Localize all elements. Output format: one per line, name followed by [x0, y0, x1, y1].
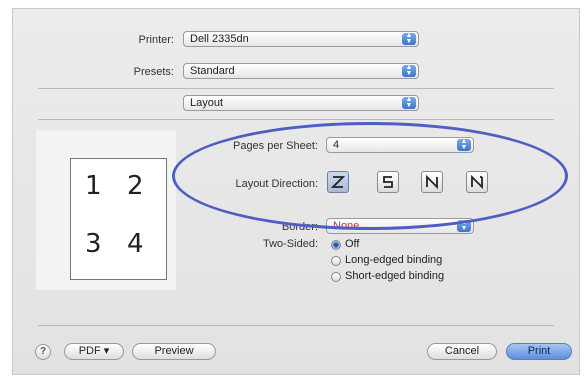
presets-value: Standard: [190, 65, 235, 77]
s-order-icon: [383, 176, 393, 188]
section-popup[interactable]: Layout ▲ ▼: [183, 95, 419, 111]
two-sided-short-edge-radio[interactable]: [331, 272, 341, 282]
popup-arrows-icon: ▲ ▼: [402, 96, 416, 109]
preview-page-number: 3: [85, 229, 102, 259]
z-order-icon: [330, 176, 346, 188]
layout-direction-z-button[interactable]: [327, 171, 349, 193]
pages-per-sheet-label: Pages per Sheet:: [232, 140, 318, 152]
printer-popup[interactable]: Dell 2335dn ▲ ▼: [183, 31, 419, 47]
two-sided-short-edge-label: Short-edged binding: [345, 270, 445, 282]
separator: [38, 88, 554, 89]
layout-direction-n-button[interactable]: [466, 171, 488, 193]
pdf-menu-button[interactable]: PDF ▾: [64, 343, 124, 360]
layout-preview-page: 1 2 3 4: [70, 158, 167, 280]
preview-page-number: 4: [127, 229, 144, 259]
presets-label: Presets:: [133, 66, 174, 78]
section-value: Layout: [190, 97, 224, 109]
pages-per-sheet-popup[interactable]: 4 ▲ ▼: [326, 137, 474, 153]
popup-arrows-icon: ▲ ▼: [402, 64, 416, 77]
preview-page-number: 2: [127, 171, 144, 201]
n-order-reverse-icon: [426, 174, 438, 190]
border-label: Border:: [281, 221, 318, 233]
help-button[interactable]: ?: [35, 344, 51, 360]
popup-arrows-icon: ▲ ▼: [402, 32, 416, 45]
two-sided-label: Two-Sided:: [262, 238, 318, 250]
printer-value: Dell 2335dn: [190, 33, 249, 45]
popup-arrows-icon: ▲ ▼: [457, 219, 471, 232]
pages-per-sheet-value: 4: [333, 139, 340, 151]
preview-page-number: 1: [85, 171, 102, 201]
print-button[interactable]: Print: [506, 343, 572, 360]
presets-popup[interactable]: Standard ▲ ▼: [183, 63, 419, 79]
layout-direction-s-button[interactable]: [377, 171, 399, 193]
separator: [38, 119, 554, 120]
printer-label: Printer:: [138, 34, 174, 46]
layout-direction-label: Layout Direction:: [235, 178, 318, 190]
border-value: None: [333, 220, 360, 232]
two-sided-long-edge-label: Long-edged binding: [345, 254, 443, 266]
border-popup[interactable]: None ▲ ▼: [326, 218, 474, 234]
preview-button[interactable]: Preview: [132, 343, 216, 360]
n-order-icon: [471, 174, 483, 190]
two-sided-off-radio[interactable]: [331, 240, 341, 250]
separator: [38, 325, 554, 326]
cancel-button[interactable]: Cancel: [427, 343, 497, 360]
layout-direction-n-reverse-button[interactable]: [421, 171, 443, 193]
popup-arrows-icon: ▲ ▼: [457, 138, 471, 151]
two-sided-off-label: Off: [345, 238, 360, 250]
two-sided-long-edge-radio[interactable]: [331, 256, 341, 266]
